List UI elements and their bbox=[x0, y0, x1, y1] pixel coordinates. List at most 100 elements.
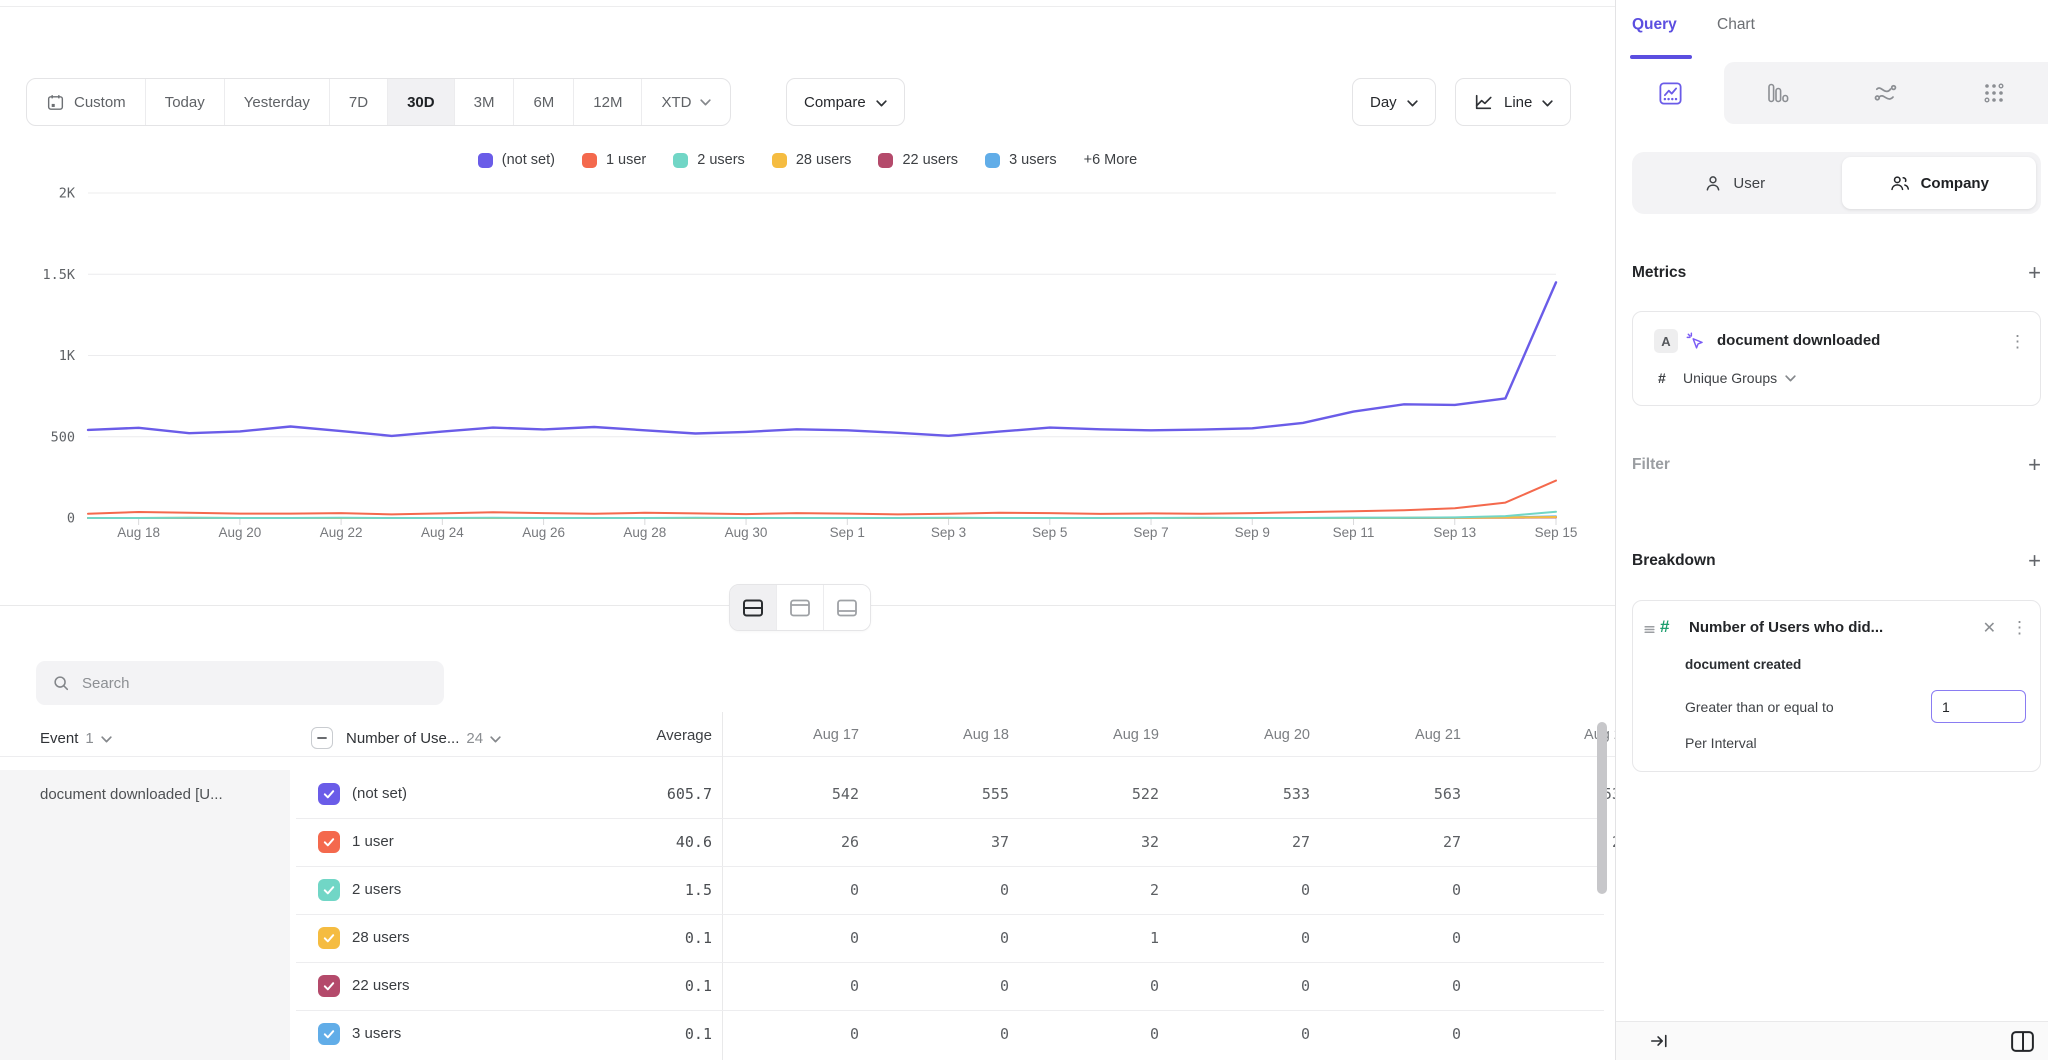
metric-badge: A bbox=[1654, 329, 1678, 353]
row-checkbox[interactable] bbox=[318, 927, 340, 949]
table-row[interactable]: 22 users0.1000000 bbox=[0, 962, 1615, 1010]
filter-section-header: Filter + bbox=[1632, 454, 2041, 476]
row-cell-value: 26 bbox=[719, 818, 859, 866]
row-cell-value: 0 bbox=[1170, 866, 1310, 914]
row-average-value: 40.6 bbox=[572, 818, 712, 866]
measure-dropdown[interactable]: Unique Groups bbox=[1683, 370, 1796, 386]
company-toggle-label: Company bbox=[1921, 175, 1989, 192]
row-cell-value: 542 bbox=[719, 770, 859, 818]
row-cell-value: 555 bbox=[869, 770, 1009, 818]
tab-chart[interactable]: Chart bbox=[1717, 16, 1755, 34]
table-row[interactable]: 3 users0.1000000 bbox=[0, 1010, 1615, 1058]
row-cell-value: 0 bbox=[719, 866, 859, 914]
add-breakdown-button[interactable]: + bbox=[2028, 550, 2041, 572]
row-average-value: 0.1 bbox=[572, 1010, 712, 1058]
toggle-company[interactable]: Company bbox=[1842, 157, 2037, 209]
drag-handle-icon[interactable] bbox=[1643, 623, 1656, 636]
row-checkbox[interactable] bbox=[318, 831, 340, 853]
row-label: 3 users bbox=[352, 1010, 401, 1058]
row-cell-value: 0 bbox=[1321, 914, 1461, 962]
row-average-value: 0.1 bbox=[572, 914, 712, 962]
date-column-header: Aug 19 bbox=[1019, 727, 1159, 743]
row-cell-value: 0 bbox=[1170, 1010, 1310, 1058]
condition-label: Greater than or equal to bbox=[1685, 699, 1834, 715]
row-cell-value: 0 bbox=[1170, 914, 1310, 962]
group-level-toggle: User Company bbox=[1632, 152, 2041, 214]
row-cell-value: 1 bbox=[1019, 914, 1159, 962]
chart-type-line-button[interactable] bbox=[1616, 62, 1724, 124]
row-cell-value: 0 bbox=[1170, 962, 1310, 1010]
autotrack-event-icon bbox=[1685, 331, 1705, 351]
view-table-only-button[interactable] bbox=[824, 585, 870, 630]
row-cell-value: 27 bbox=[1321, 818, 1461, 866]
row-cell-value: 563 bbox=[1321, 770, 1461, 818]
date-column-header: Aug 17 bbox=[719, 727, 859, 743]
filter-title: Filter bbox=[1632, 456, 1670, 474]
row-average-value: 605.7 bbox=[572, 770, 712, 818]
toggle-user[interactable]: User bbox=[1637, 157, 1832, 209]
row-cell-value: 0 bbox=[869, 866, 1009, 914]
row-label: 1 user bbox=[352, 818, 394, 866]
breakdown-condition-row: Greater than or equal to Times bbox=[1685, 699, 1834, 717]
date-column-header: Aug 20 bbox=[1170, 727, 1310, 743]
number-property-icon: # bbox=[1660, 617, 1669, 637]
row-cell-value: 2 bbox=[1019, 866, 1159, 914]
metric-options-kebab-icon[interactable]: ⋮ bbox=[2009, 333, 2026, 350]
metrics-section-header: Metrics + bbox=[1632, 262, 2041, 284]
breakdown-options-kebab-icon[interactable]: ⋮ bbox=[2011, 619, 2028, 636]
user-toggle-label: User bbox=[1733, 175, 1765, 192]
view-split-button[interactable] bbox=[730, 585, 777, 630]
row-cell-value: 0 bbox=[1019, 1010, 1159, 1058]
row-cell-value: 0 bbox=[719, 962, 859, 1010]
row-cell-value: 522 bbox=[1019, 770, 1159, 818]
row-cell-value: 0 bbox=[719, 1010, 859, 1058]
row-checkbox[interactable] bbox=[318, 1023, 340, 1045]
active-tab-underline bbox=[1630, 55, 1692, 59]
chart-type-bar-button[interactable] bbox=[1724, 62, 1832, 124]
metric-event-name: document downloaded bbox=[1717, 332, 1880, 349]
table-row[interactable]: (not set)605.7542555522533563538 bbox=[0, 770, 1615, 818]
query-panel: Query Chart User Company Metrics + A bbox=[1615, 0, 2048, 1060]
row-label: 28 users bbox=[352, 914, 410, 962]
table-row[interactable]: 1 user40.6263732272728 bbox=[0, 818, 1615, 866]
breakdown-card[interactable]: # Number of Users who did... ✕ ⋮ documen… bbox=[1632, 600, 2041, 772]
row-cell-value: 27 bbox=[1170, 818, 1310, 866]
view-chart-only-button[interactable] bbox=[777, 585, 824, 630]
date-column-header: Aug 21 bbox=[1321, 727, 1461, 743]
chart-type-flow-button[interactable] bbox=[1832, 62, 1940, 124]
app: CustomTodayYesterday7D30D3M6M12MXTD Comp… bbox=[0, 0, 2048, 1060]
collapse-panel-icon[interactable] bbox=[1649, 1032, 1669, 1050]
add-filter-button[interactable]: + bbox=[2028, 454, 2041, 476]
row-average-value: 1.5 bbox=[572, 866, 712, 914]
measure-label: Unique Groups bbox=[1683, 370, 1777, 386]
chart-type-more-button[interactable] bbox=[1940, 62, 2048, 124]
chart-type-selector bbox=[1616, 62, 2048, 124]
table-vertical-scrollbar[interactable] bbox=[1597, 722, 1607, 894]
breakdown-event-name: document created bbox=[1685, 657, 1801, 672]
row-label: (not set) bbox=[352, 770, 407, 818]
row-checkbox[interactable] bbox=[318, 879, 340, 901]
row-checkbox[interactable] bbox=[318, 975, 340, 997]
metric-card[interactable]: A document downloaded ⋮ # Unique Groups bbox=[1632, 311, 2041, 406]
measure-prefix: # bbox=[1658, 370, 1666, 386]
chevron-down-icon bbox=[1785, 375, 1796, 382]
row-checkbox[interactable] bbox=[318, 783, 340, 805]
row-cell-value: 0 bbox=[1490, 962, 1615, 1010]
tab-query[interactable]: Query bbox=[1632, 16, 1677, 34]
row-label: 22 users bbox=[352, 962, 410, 1010]
breakdown-property-name: Number of Users who did... bbox=[1689, 619, 1883, 636]
table-row[interactable]: 2 users1.5002001 bbox=[0, 866, 1615, 914]
row-cell-value: 0 bbox=[1019, 962, 1159, 1010]
times-value-input[interactable] bbox=[1931, 690, 2026, 723]
company-icon bbox=[1889, 173, 1911, 193]
row-cell-value: 0 bbox=[1321, 962, 1461, 1010]
row-cell-value: 37 bbox=[869, 818, 1009, 866]
row-cell-value: 32 bbox=[1019, 818, 1159, 866]
row-cell-value: 0 bbox=[869, 914, 1009, 962]
row-cell-value: 0 bbox=[1321, 1010, 1461, 1058]
add-metric-button[interactable]: + bbox=[2028, 262, 2041, 284]
toggle-sidebar-icon[interactable] bbox=[2009, 1029, 2036, 1054]
metrics-title: Metrics bbox=[1632, 264, 1686, 282]
table-row[interactable]: 28 users0.1001000 bbox=[0, 914, 1615, 962]
close-icon[interactable]: ✕ bbox=[1983, 618, 1996, 638]
